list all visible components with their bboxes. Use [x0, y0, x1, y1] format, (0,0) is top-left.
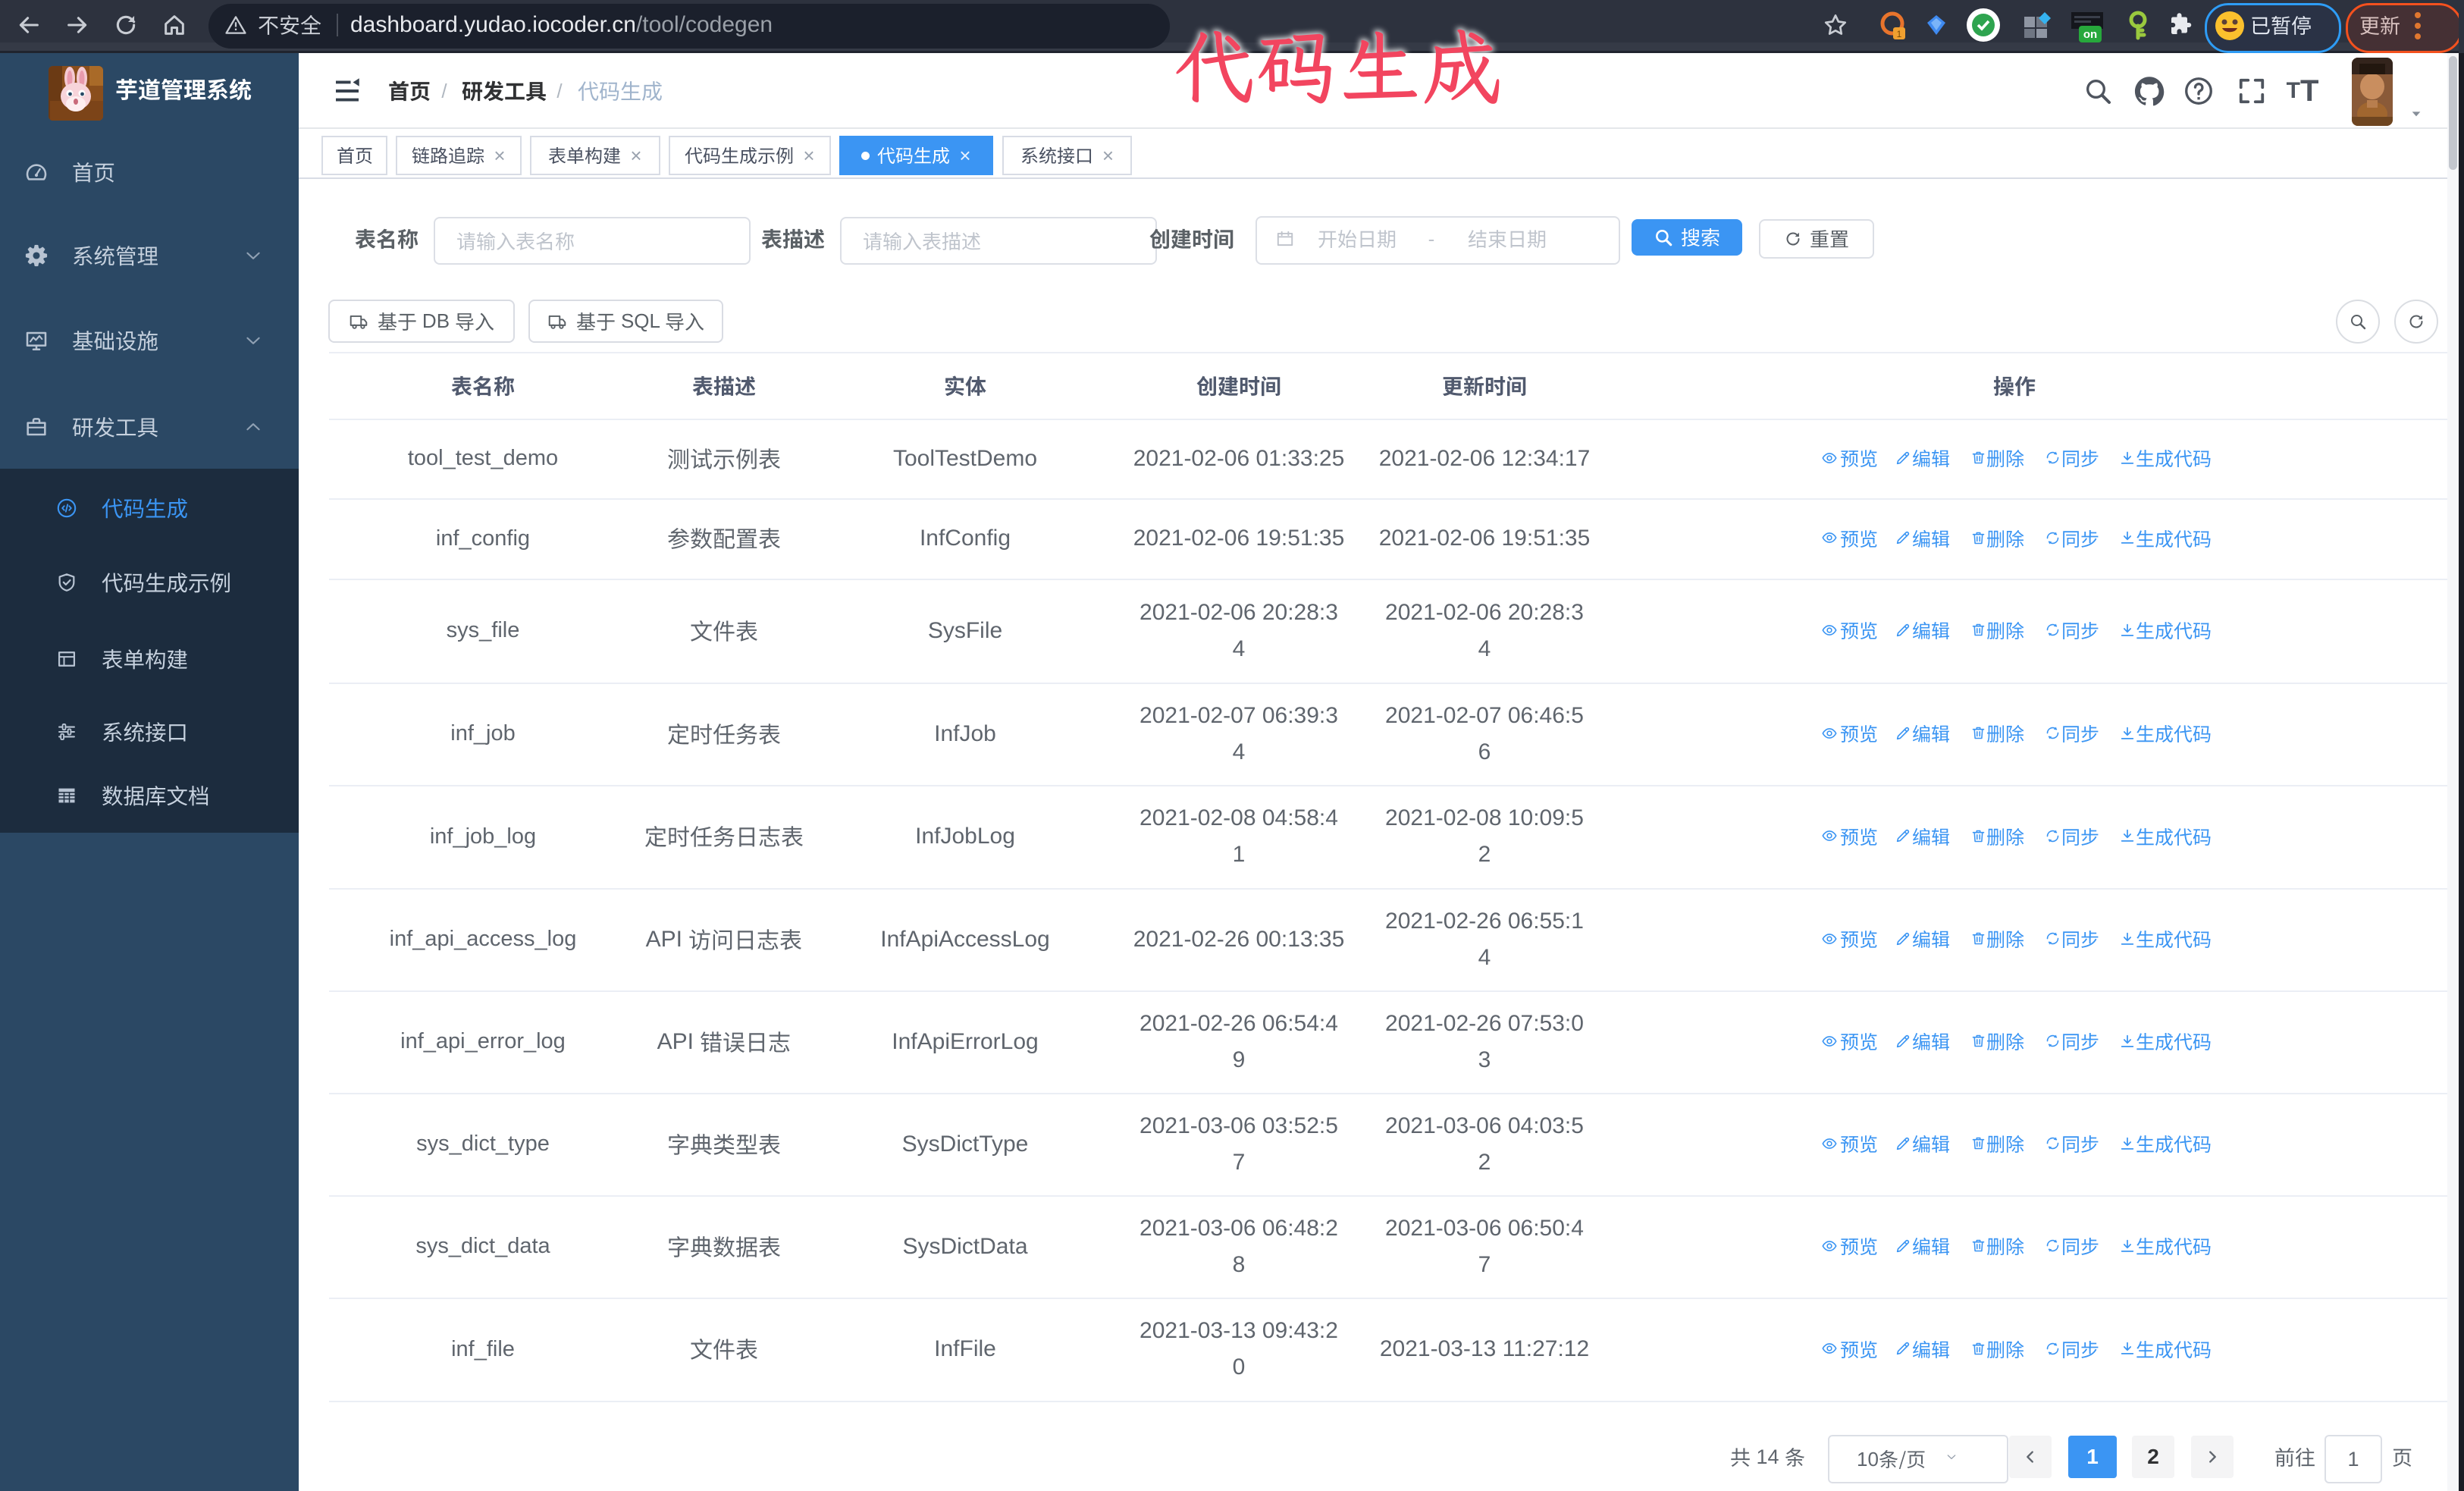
svg-text:on: on	[2083, 28, 2097, 41]
svg-text:1: 1	[1897, 29, 1902, 39]
